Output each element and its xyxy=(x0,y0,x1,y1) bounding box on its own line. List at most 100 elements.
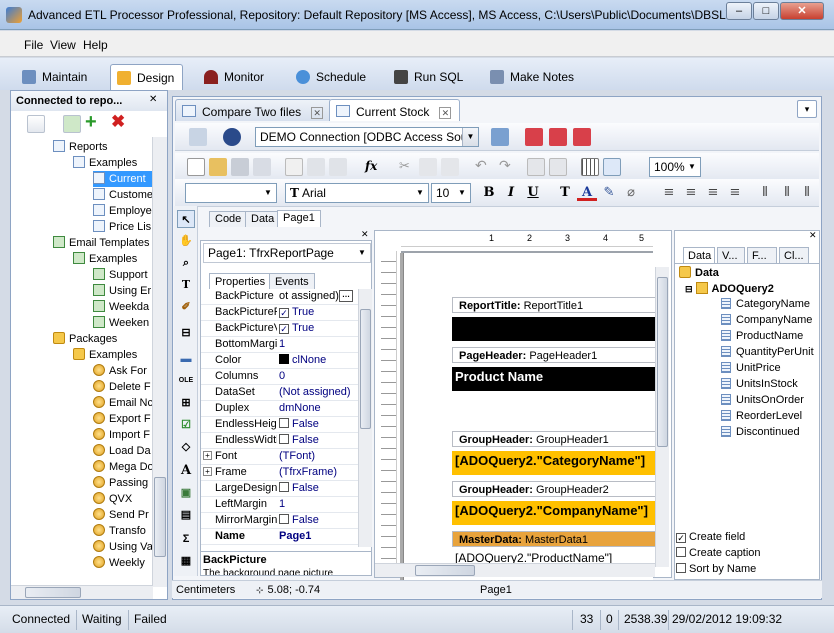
grid-icon[interactable] xyxy=(581,158,599,176)
tree-item[interactable]: Packages xyxy=(53,331,117,347)
collapse-icon[interactable]: ⊟ xyxy=(685,284,693,294)
chevron-down-icon[interactable]: ▾ xyxy=(797,100,817,118)
property-row[interactable]: Columns 0 xyxy=(201,369,359,385)
tab-data-tree[interactable]: Data xyxy=(683,247,715,263)
menu-view[interactable]: View xyxy=(50,38,76,52)
tab-close-icon[interactable]: ✕ xyxy=(439,107,452,119)
tab-functions[interactable]: F... xyxy=(747,247,777,263)
band-group-header-2[interactable]: GroupHeader: GroupHeader2 xyxy=(452,481,656,497)
property-row[interactable]: LargeDesignHFalse xyxy=(201,481,359,497)
tab-make-notes[interactable]: Make Notes xyxy=(484,64,582,90)
tab-page1[interactable]: Page1 xyxy=(277,210,321,227)
tree-horizontal-scrollbar[interactable] xyxy=(11,585,153,599)
property-row[interactable]: Duplex dmNone xyxy=(201,401,359,417)
calendar-run-icon[interactable] xyxy=(573,128,591,146)
group-header-1-memo[interactable]: [ADOQuery2."CategoryName"] xyxy=(452,451,656,475)
ole-icon[interactable]: OLE xyxy=(177,372,195,390)
checkbox[interactable] xyxy=(279,482,289,492)
tab-close-icon[interactable]: ✕ xyxy=(311,107,324,119)
doc-tab-compare-two-files[interactable]: Compare Two files ✕ xyxy=(175,99,333,121)
open-icon[interactable] xyxy=(209,158,227,176)
property-scrollbar[interactable] xyxy=(358,289,372,547)
tab-monitor[interactable]: Monitor xyxy=(198,64,272,90)
property-row[interactable]: BackPicturePr✓True xyxy=(201,305,359,321)
tab-events[interactable]: Events xyxy=(269,273,315,289)
group-icon[interactable] xyxy=(527,158,545,176)
delete-page-icon[interactable] xyxy=(307,158,325,176)
band-icon[interactable]: ▬ xyxy=(177,350,195,368)
align-grid-icon[interactable] xyxy=(603,158,621,176)
property-row[interactable]: Color clNone xyxy=(201,353,359,369)
picture-icon[interactable]: ▣ xyxy=(177,484,195,502)
tree-item[interactable]: QVX xyxy=(93,491,132,507)
field-item[interactable]: UnitsOnOrder xyxy=(721,394,804,410)
barcode-icon[interactable]: ⦀ xyxy=(755,183,775,203)
ungroup-icon[interactable] xyxy=(549,158,567,176)
field-item[interactable]: ProductName xyxy=(721,330,803,346)
checkbox[interactable]: ✓ xyxy=(676,533,686,543)
refresh-icon[interactable] xyxy=(63,115,81,133)
tab-code[interactable]: Code xyxy=(209,211,248,227)
property-row[interactable]: LeftMargin 1 xyxy=(201,497,359,513)
underline-button[interactable]: U xyxy=(523,183,543,203)
panel-close-icon[interactable]: ✕ xyxy=(149,94,157,105)
database-icon[interactable]: ⊞ xyxy=(177,394,195,412)
tree-item[interactable]: Examples xyxy=(73,155,137,171)
hand-icon[interactable]: ✋ xyxy=(177,232,195,250)
font-name-select[interactable]: T Arial ▼ xyxy=(285,183,429,203)
ellipsis-button[interactable]: … xyxy=(339,290,353,302)
save-icon[interactable] xyxy=(231,158,249,176)
tab-schedule[interactable]: Schedule xyxy=(290,64,374,90)
option-sort-by-name[interactable]: Sort by Name xyxy=(676,563,756,579)
tree-item[interactable]: Load Da xyxy=(93,443,151,459)
panel-close-icon[interactable]: ✕ xyxy=(361,229,371,239)
format-painter-icon[interactable]: ✐ xyxy=(177,298,195,316)
redo-icon[interactable]: ↷ xyxy=(499,157,511,174)
tree-item[interactable]: Transfo xyxy=(93,523,146,539)
tab-data[interactable]: Data xyxy=(245,211,281,227)
preview-icon[interactable] xyxy=(253,158,271,176)
align-right-icon[interactable]: ≡ xyxy=(703,183,723,203)
tree-item[interactable]: Examples xyxy=(73,347,137,363)
new-icon[interactable] xyxy=(187,158,205,176)
tree-item[interactable]: Weekda xyxy=(93,299,149,315)
properties-icon[interactable] xyxy=(189,128,207,146)
tree-item[interactable]: Mega Do xyxy=(93,459,153,475)
shape-icon[interactable]: ◇ xyxy=(177,438,195,456)
calendar-icon[interactable] xyxy=(525,128,543,146)
calendar-icon[interactable] xyxy=(549,128,567,146)
tree-item[interactable]: Delete F xyxy=(93,379,151,395)
menu-file[interactable]: File xyxy=(24,38,43,52)
band-group-header-1[interactable]: GroupHeader: GroupHeader1 xyxy=(452,431,656,447)
function-icon[interactable]: fx xyxy=(365,159,377,173)
tree-item[interactable]: Using Va xyxy=(93,539,153,555)
add-icon[interactable]: + xyxy=(85,111,97,134)
scroll-thumb[interactable] xyxy=(657,277,668,447)
maximize-button[interactable]: □ xyxy=(753,2,779,20)
property-row[interactable]: EndlessWidth False xyxy=(201,433,359,449)
font-color-icon[interactable]: A xyxy=(577,183,597,201)
justify-icon[interactable]: ≡ xyxy=(725,183,745,203)
new-page-icon[interactable] xyxy=(285,158,303,176)
tab-maintain[interactable]: Maintain xyxy=(16,64,95,90)
expand-icon[interactable]: + xyxy=(203,467,212,476)
tab-classes[interactable]: Cl... xyxy=(779,247,809,263)
doc-tab-current-stock[interactable]: Current Stock ✕ xyxy=(329,99,461,121)
pointer-icon[interactable]: ↖ xyxy=(177,210,195,228)
tree-item[interactable]: Custome xyxy=(93,187,153,203)
connect-icon[interactable] xyxy=(223,128,241,146)
tab-variables[interactable]: V... xyxy=(717,247,745,263)
field-item[interactable]: QuantityPerUnit xyxy=(721,346,814,362)
connection-select[interactable]: DEMO Connection [ODBC Access Source ▼ xyxy=(255,127,479,147)
cut-icon[interactable]: ✂ xyxy=(399,158,410,174)
align-center-icon[interactable]: ≡ xyxy=(681,183,701,203)
close-button[interactable]: ✕ xyxy=(780,2,824,20)
minimize-button[interactable]: – xyxy=(726,2,752,20)
option-create-caption[interactable]: Create caption xyxy=(676,547,761,563)
band-report-title[interactable]: ReportTitle: ReportTitle1 xyxy=(452,297,656,313)
font-size-select[interactable]: 10 ▼ xyxy=(431,183,471,203)
tree-query[interactable]: ⊟ ADOQuery2 xyxy=(685,282,774,295)
copy-icon[interactable] xyxy=(419,158,437,176)
network-icon[interactable] xyxy=(491,128,509,146)
scroll-thumb[interactable] xyxy=(360,309,371,429)
